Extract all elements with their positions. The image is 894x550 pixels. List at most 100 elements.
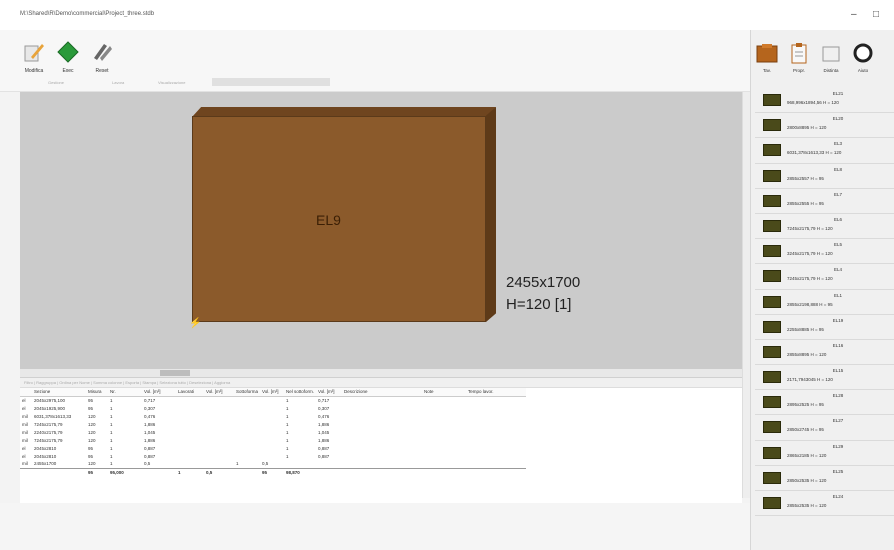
restore-button[interactable]: □ xyxy=(873,9,879,20)
element-list-item[interactable]: EL4 7245x2175,79 H = 120 xyxy=(755,264,894,290)
element-swatch-icon xyxy=(763,320,781,333)
element-name: EL8 xyxy=(833,166,842,172)
column-header[interactable]: Vol. [m³] xyxy=(260,388,285,397)
element-name: EL24 xyxy=(832,494,844,499)
element-list-item[interactable]: EL3 6031,378x1613,33 H = 120 xyxy=(755,138,894,164)
exec-button-label: Exec xyxy=(62,68,74,74)
table-row[interactable]: el 2045x2810 95 1 0,887 1 0,887 xyxy=(20,444,526,452)
table-cell xyxy=(260,404,284,412)
total-cell xyxy=(20,467,32,476)
column-header[interactable]: Misura xyxy=(86,388,108,397)
table-cell: 1 xyxy=(110,461,113,467)
table-cell: 120 xyxy=(88,461,96,467)
vertical-scrollbar[interactable] xyxy=(742,92,750,498)
parts-table-area: Filtro | Raggruppa | Ordina per Nome | S… xyxy=(20,377,742,503)
element-list-item[interactable]: EL16 2855x8895 H = 120 xyxy=(755,340,894,366)
group-label-work: Lavora xyxy=(112,80,125,85)
column-header[interactable]: Sezione xyxy=(32,388,86,397)
element-list-item[interactable]: EL6 7245x2175,79 H = 120 xyxy=(755,214,894,240)
column-header[interactable]: Sottoforma xyxy=(234,388,261,397)
table-row[interactable]: mil 7245x2175,79 120 1 1,886 1 1,886 xyxy=(20,420,526,428)
element-list-item[interactable]: EL15 2171,7943045 H = 120 xyxy=(755,365,894,391)
column-header[interactable]: Vol. [m³] xyxy=(316,388,343,397)
table-cell: 120 xyxy=(88,413,96,419)
element-list-item[interactable]: EL19 2255x8885 H = 95 xyxy=(755,315,894,340)
element-list-item[interactable]: EL28 2895x2525 H = 95 xyxy=(755,390,894,416)
table-cell: mil xyxy=(22,429,28,435)
table-row[interactable]: mil 6031,378x1613,33 120 1 0,476 1 0,476 xyxy=(20,412,526,420)
table-toolstrip[interactable]: Filtro | Raggruppa | Ordina per Nome | S… xyxy=(20,378,742,388)
table-cell xyxy=(422,404,466,412)
table-cell: mil xyxy=(22,461,28,467)
table-header: Sezione Misura Nr. Vol. [m³] Lavorati Vol. [m… xyxy=(20,388,527,397)
column-header[interactable]: Descrizione xyxy=(342,388,423,397)
column-header[interactable]: Vol. [m³] xyxy=(204,388,234,397)
column-header[interactable]: Lavorati xyxy=(176,388,204,397)
table-row[interactable]: el 2045x2810 95 1 0,887 1 0,887 xyxy=(20,452,526,460)
table-row[interactable]: el 2045x2975,100 95 1 0,717 1 0,717 xyxy=(20,396,526,404)
element-name: EL4 xyxy=(833,267,842,273)
table-cell: 0,887 xyxy=(318,445,330,451)
table-cell: 0,307 xyxy=(144,405,156,411)
element-list-item[interactable]: EL7 2855x2555 H = 95 xyxy=(755,189,894,214)
element-name: EL15 xyxy=(832,368,844,374)
view-tabs[interactable] xyxy=(212,78,330,86)
table-cell xyxy=(176,436,204,444)
element-swatch-icon xyxy=(763,345,781,358)
minimize-button[interactable]: – xyxy=(851,9,857,20)
table-cell: 2045x2975,100 xyxy=(34,397,66,403)
column-header[interactable]: Note xyxy=(422,388,467,397)
element-list-item[interactable]: EL27 2850x2745 H = 95 xyxy=(755,415,894,441)
element-list-item[interactable]: EL21 968,996x1894,56 H = 120 xyxy=(755,88,894,114)
table-cell xyxy=(342,428,422,436)
3d-viewport[interactable]: EL9 2455x1700 H=120 [1] ⚡ xyxy=(20,92,742,377)
table-cell: mil xyxy=(22,413,28,419)
table-row[interactable]: mil 2240x2175,79 120 1 1,045 1 1,045 xyxy=(20,428,526,436)
folder-icon xyxy=(756,44,778,63)
element-list-item[interactable]: EL25 2850x2535 H = 120 xyxy=(755,466,894,491)
table-cell: 2455x1700 xyxy=(34,461,57,467)
table-row[interactable]: el 2045x1925,900 95 1 0,307 1 0,307 xyxy=(20,404,526,412)
distinta-button[interactable]: Distinta xyxy=(817,40,845,80)
help-button[interactable]: Aiuto xyxy=(849,40,877,80)
element-dimensions: 2255x8885 H = 95 xyxy=(787,326,824,332)
table-cell xyxy=(260,396,284,404)
table-cell xyxy=(422,428,466,436)
table-cell: 95 xyxy=(88,397,94,403)
modify-button[interactable]: Modifica xyxy=(22,40,46,76)
column-header[interactable]: Nel sottoform. xyxy=(284,388,317,397)
viewport-horizontal-scrollbar[interactable] xyxy=(20,369,742,377)
table-cell xyxy=(176,404,204,412)
total-cell xyxy=(142,467,176,476)
table-cell xyxy=(234,396,260,404)
table-cell xyxy=(422,460,466,468)
table-cell: 0,307 xyxy=(318,405,330,411)
column-header[interactable]: Tempo lavor. xyxy=(466,388,527,397)
table-cell: 120 xyxy=(88,421,96,427)
scroll-thumb[interactable] xyxy=(160,370,190,376)
element-dimensions: 6031,378x1613,33 H = 120 xyxy=(787,150,842,156)
element-list-item[interactable]: EL1 2855x2198,888 H = 95 xyxy=(755,290,894,315)
panel-size: 2455x1700 xyxy=(506,274,581,291)
table-row[interactable]: mil 2455x1700 120 1 0,5 1 0,5 xyxy=(20,460,526,468)
column-header[interactable] xyxy=(20,388,32,397)
element-list-item[interactable]: EL8 2855x2557 H = 95 xyxy=(755,164,894,189)
table-row[interactable]: mil 7245x2175,79 120 1 1,886 1 1,886 xyxy=(20,436,526,444)
column-header[interactable]: Nr. xyxy=(108,388,142,397)
element-list-item[interactable]: EL5 3245x2175,79 H = 120 xyxy=(755,239,894,265)
total-cell xyxy=(316,467,343,476)
table-cell: mil xyxy=(22,421,28,427)
element-swatch-icon xyxy=(763,169,781,182)
element-swatch-icon xyxy=(763,119,781,132)
column-header[interactable]: Vol. [m³] xyxy=(142,388,176,397)
element-list-item[interactable]: EL29 2865x2185 H = 120 xyxy=(755,441,894,466)
element-list-item[interactable]: EL24 2855x2535 H = 120 xyxy=(755,491,894,517)
element-list-item[interactable]: EL20 2800x8895 H = 120 xyxy=(755,113,894,139)
properties-button[interactable]: Propr. xyxy=(785,40,813,80)
reset-button[interactable]: Reset xyxy=(90,40,114,76)
tav-button[interactable]: Tav. xyxy=(753,40,781,80)
table-cell xyxy=(260,412,284,420)
table-cell xyxy=(260,436,284,444)
panel-dimensions: 2455x1700 H=120 [1] xyxy=(506,272,580,316)
exec-button[interactable]: Exec xyxy=(56,40,80,76)
